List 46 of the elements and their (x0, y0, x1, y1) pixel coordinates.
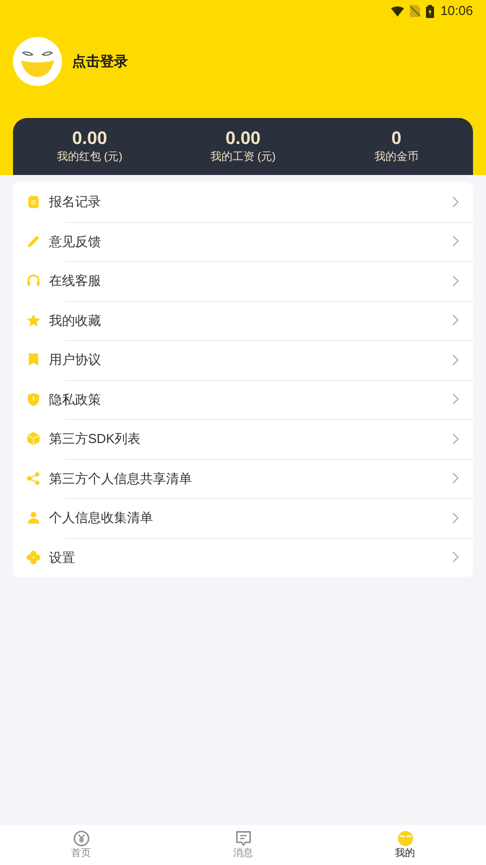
menu-item[interactable]: 在线客服 (13, 261, 473, 300)
menu-item[interactable]: 报名记录 (13, 182, 473, 222)
menu-item[interactable]: 用户协议 (13, 340, 473, 380)
stat-label: 我的工资 (元) (210, 150, 276, 166)
stat-value: 0.00 (225, 127, 261, 150)
menu-item[interactable]: 第三方SDK列表 (13, 419, 473, 458)
nav-tab[interactable]: 我的 (324, 825, 486, 865)
flower-icon (26, 550, 41, 565)
chevron-right-icon (452, 274, 459, 287)
avatar-icon[interactable] (13, 37, 62, 86)
stat-value: 0 (391, 127, 402, 150)
yuan-icon (72, 830, 90, 847)
no-sim-icon (410, 5, 420, 17)
clipboard-icon (26, 194, 41, 210)
wifi-icon (391, 6, 404, 16)
chevron-right-icon (452, 196, 459, 208)
menu-item[interactable]: 个人信息收集清单 (13, 498, 473, 538)
headset-icon (26, 273, 41, 288)
stat-label: 我的金币 (374, 150, 418, 166)
pencil-icon (26, 234, 41, 249)
stat-label: 我的红包 (元) (56, 150, 122, 166)
menu-item[interactable]: 隐私政策 (13, 380, 473, 419)
stat-value: 0.00 (72, 127, 108, 150)
menu-item[interactable]: 意见反馈 (13, 222, 473, 261)
chevron-right-icon (452, 472, 459, 484)
chevron-right-icon (452, 393, 459, 406)
battery-icon (426, 4, 434, 18)
chevron-right-icon (452, 354, 459, 366)
cube-icon (26, 431, 41, 446)
message-icon (234, 830, 252, 847)
person-icon (26, 510, 41, 526)
chevron-right-icon (452, 432, 459, 445)
menu-item[interactable]: 我的收藏 (13, 300, 473, 340)
share-icon (26, 470, 41, 486)
login-link[interactable]: 点击登录 (72, 51, 128, 72)
menu-item[interactable]: 设置 (13, 538, 473, 577)
nav-tab[interactable]: 消息 (162, 825, 324, 865)
bookmark-icon (26, 352, 41, 368)
status-time: 10:06 (440, 2, 473, 20)
chevron-right-icon (452, 551, 459, 564)
chevron-right-icon (452, 512, 459, 524)
shield-icon (26, 392, 41, 407)
menu-item[interactable]: 第三方个人信息共享清单 (13, 458, 473, 498)
star-icon (26, 312, 41, 328)
chevron-right-icon (452, 314, 459, 326)
chevron-right-icon (452, 235, 459, 248)
